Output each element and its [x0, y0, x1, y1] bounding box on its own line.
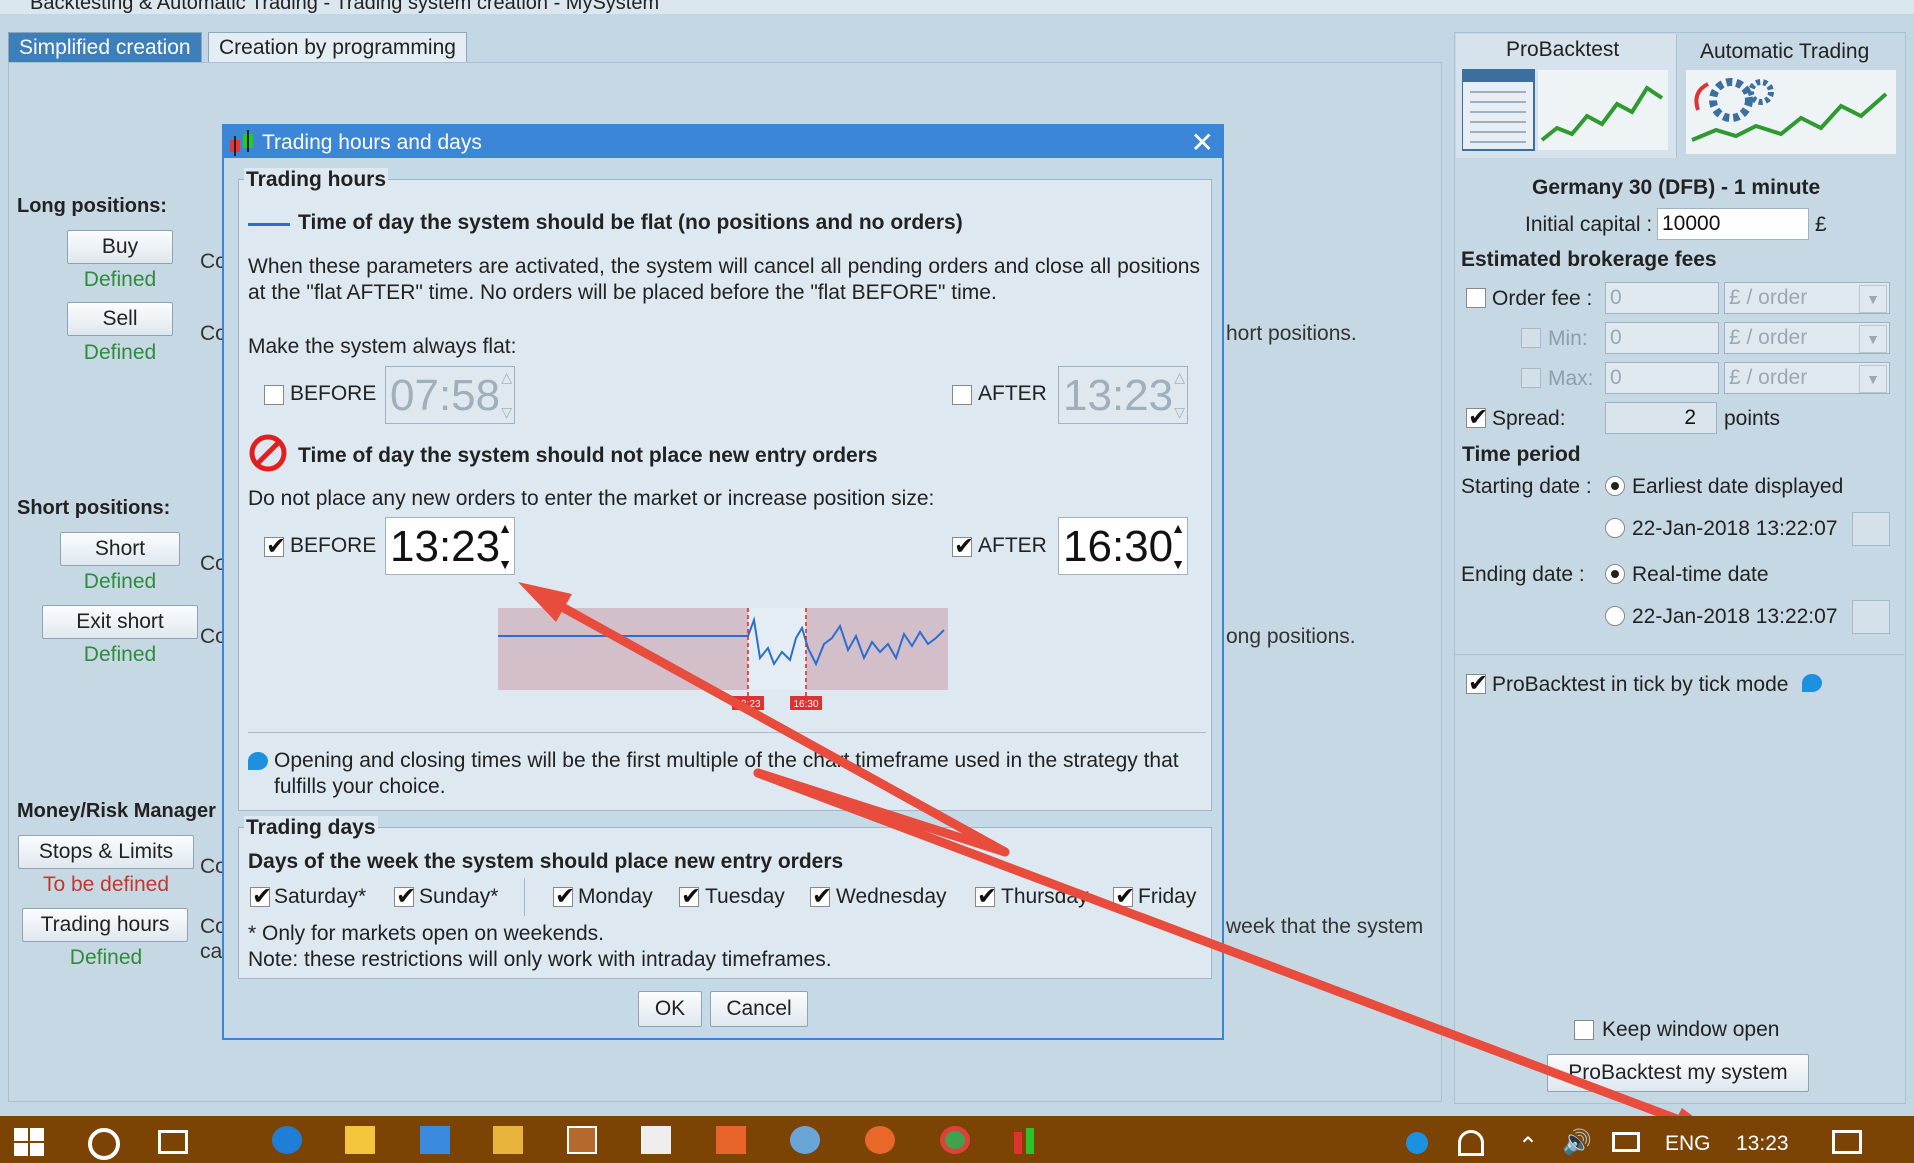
network-icon[interactable]: [1612, 1132, 1640, 1152]
help-tray-icon[interactable]: [1406, 1132, 1428, 1154]
mail-icon[interactable]: [641, 1126, 671, 1154]
people-icon[interactable]: [1458, 1130, 1484, 1156]
prorealtime-icon-2[interactable]: [1026, 1128, 1034, 1154]
store-icon[interactable]: [420, 1126, 450, 1154]
prorealtime-icon[interactable]: [1014, 1132, 1022, 1154]
edge-browser-icon[interactable]: [272, 1126, 302, 1154]
windows-start-icon[interactable]: [14, 1128, 46, 1156]
language-indicator[interactable]: ENG: [1665, 1132, 1711, 1156]
tray-chevron-up-icon[interactable]: ⌃: [1518, 1132, 1538, 1161]
search-cortana-icon[interactable]: [88, 1128, 120, 1160]
volume-icon[interactable]: 🔊: [1562, 1128, 1592, 1157]
taskbar-clock[interactable]: 13:23: [1736, 1132, 1789, 1156]
notifications-icon[interactable]: [1832, 1130, 1862, 1154]
thunderbird-icon[interactable]: [790, 1126, 820, 1154]
file-explorer-icon[interactable]: [345, 1126, 375, 1154]
annotation-arrows: [518, 582, 1722, 1138]
media-player-icon[interactable]: [493, 1126, 523, 1154]
chrome-icon[interactable]: [940, 1126, 970, 1154]
firefox-icon[interactable]: [865, 1126, 895, 1154]
sublime-icon[interactable]: [716, 1126, 746, 1154]
id-app-icon[interactable]: [567, 1126, 597, 1154]
task-view-icon[interactable]: [158, 1130, 188, 1154]
